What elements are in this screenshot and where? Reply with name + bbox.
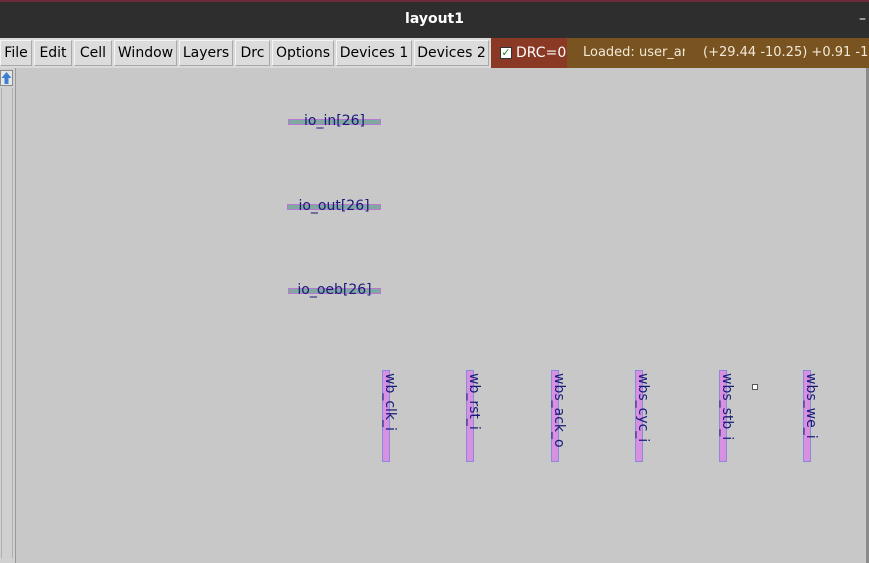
status-bar: Loaded: user_ar (+29.44 -10.25) +0.91 -1…: [567, 38, 869, 68]
pin-label: io_out[26]: [298, 198, 370, 214]
menu-options[interactable]: Options: [272, 40, 334, 66]
pin-label: wbs_ack_o: [551, 373, 567, 448]
menu-cell[interactable]: Cell: [74, 40, 112, 66]
menu-devices-1[interactable]: Devices 1: [336, 40, 412, 66]
menu-drc[interactable]: Drc: [235, 40, 270, 66]
window-title: layout1: [405, 11, 464, 27]
menu-window[interactable]: Window: [114, 40, 177, 66]
drc-checkbox[interactable]: ✓: [500, 47, 512, 59]
scroll-track[interactable]: [1, 88, 13, 558]
menu-layers[interactable]: Layers: [179, 40, 233, 66]
pin-label: io_in[26]: [304, 113, 365, 129]
layout-canvas[interactable]: io_in[26] io_out[26] io_oeb[26] wb_clk_i…: [17, 68, 866, 563]
minimize-button[interactable]: –: [859, 10, 869, 28]
pin-label: wbs_stb_i: [719, 373, 735, 441]
vertical-scrollbar[interactable]: [0, 68, 16, 563]
arrow-up-icon: [1, 72, 12, 84]
loaded-cell-status: Loaded: user_ar: [583, 45, 685, 60]
pin-label: wb_clk_i: [382, 373, 398, 431]
cursor-coordinates: (+29.44 -10.25) +0.91 -11: [703, 45, 869, 60]
drc-toggle[interactable]: ✓ DRC=0: [491, 38, 567, 68]
window-titlebar: layout1 –: [0, 0, 869, 38]
menu-edit[interactable]: Edit: [34, 40, 72, 66]
scroll-up-button[interactable]: [0, 70, 13, 86]
menu-file[interactable]: File: [0, 40, 32, 66]
pin-label: wbs_cyc_i: [635, 373, 651, 443]
menu-devices-2[interactable]: Devices 2: [414, 40, 489, 66]
pin-label: wb_rst_i: [466, 373, 482, 430]
drc-count-label: DRC=0: [516, 45, 567, 61]
pin-label: io_oeb[26]: [297, 282, 372, 298]
pin-label: wbs_we_i: [803, 373, 819, 439]
cursor-marker: [752, 384, 758, 390]
